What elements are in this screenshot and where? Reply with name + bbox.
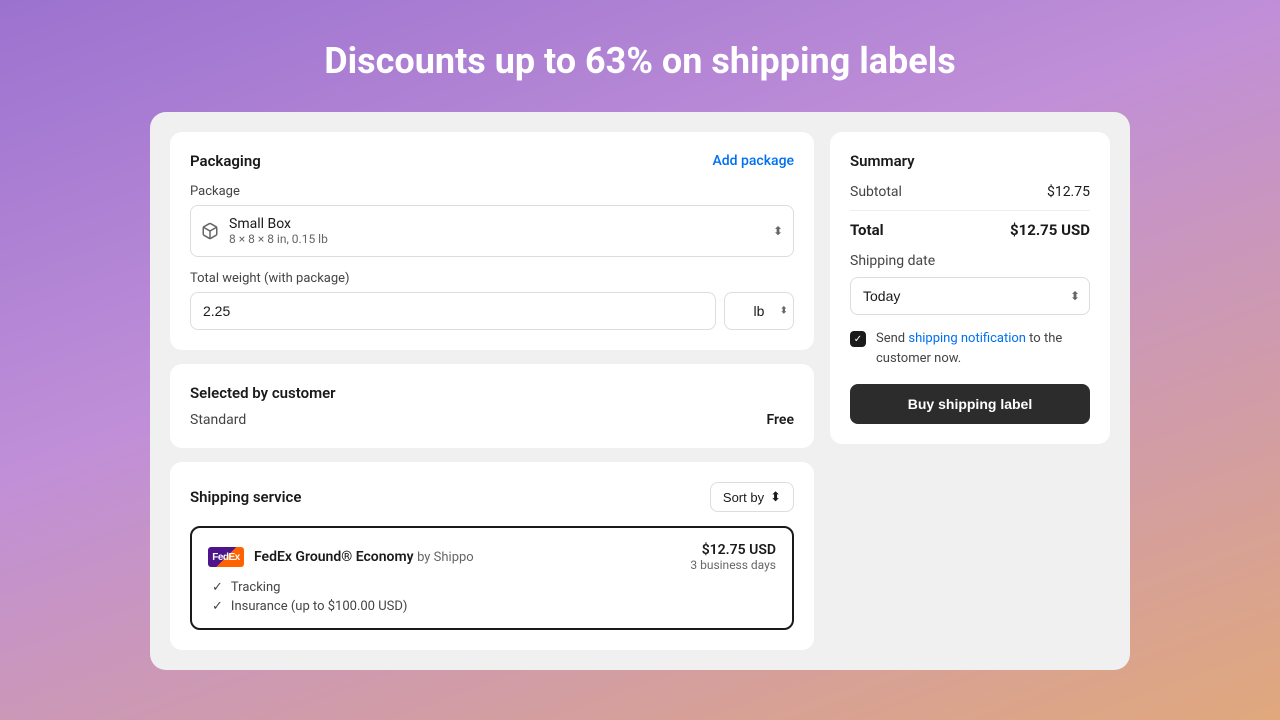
shipping-date-label: Shipping date xyxy=(850,253,1090,269)
main-card: Packaging Add package Package Small Box … xyxy=(150,112,1130,670)
unit-select[interactable]: lb kg oz xyxy=(724,292,794,330)
option-price-col: $12.75 USD 3 business days xyxy=(690,542,776,572)
notification-checkbox[interactable]: ✓ xyxy=(850,331,866,347)
check-icon-2: ✓ xyxy=(212,599,223,614)
sort-chevron-icon: ⬍ xyxy=(770,489,781,505)
summary-title: Summary xyxy=(850,152,1090,170)
insurance-label: Insurance (up to $100.00 USD) xyxy=(231,599,408,614)
subtotal-row: Subtotal $12.75 xyxy=(850,184,1090,200)
shipping-service-section: Shipping service Sort by ⬍ FedEx FedEx G… xyxy=(170,462,814,650)
carrier-by: by Shippo xyxy=(417,550,474,565)
carrier-info: FedEx FedEx Ground® Economy by Shippo xyxy=(208,547,474,567)
right-column: Summary Subtotal $12.75 Total $12.75 USD… xyxy=(830,132,1110,650)
packaging-section: Packaging Add package Package Small Box … xyxy=(170,132,814,350)
buy-shipping-label-button[interactable]: Buy shipping label xyxy=(850,384,1090,424)
package-select-main: Small Box 8 × 8 × 8 in, 0.15 lb xyxy=(229,216,757,246)
checkbox-check-icon: ✓ xyxy=(854,334,862,345)
customer-price: Free xyxy=(767,412,795,428)
date-select[interactable]: Today Tomorrow xyxy=(850,277,1090,315)
feature-tracking: ✓ Tracking xyxy=(212,580,776,595)
subtotal-value: $12.75 xyxy=(1047,184,1090,200)
packaging-title: Packaging xyxy=(190,152,261,170)
package-selector[interactable]: Small Box 8 × 8 × 8 in, 0.15 lb ⬍ xyxy=(190,205,794,257)
weight-input[interactable] xyxy=(190,292,716,330)
shipping-service-title: Shipping service xyxy=(190,488,301,506)
shipping-option-header: FedEx FedEx Ground® Economy by Shippo $1… xyxy=(208,542,776,572)
package-name: Small Box xyxy=(229,216,757,232)
weight-label: Total weight (with package) xyxy=(190,271,794,286)
customer-row: Standard Free xyxy=(190,412,794,428)
box-icon xyxy=(201,222,219,240)
summary-divider xyxy=(850,210,1090,211)
check-icon: ✓ xyxy=(212,580,223,595)
customer-section: Selected by customer Standard Free xyxy=(170,364,814,448)
left-column: Packaging Add package Package Small Box … xyxy=(170,132,814,650)
tracking-label: Tracking xyxy=(231,580,281,595)
subtotal-label: Subtotal xyxy=(850,184,902,200)
package-dims: 8 × 8 × 8 in, 0.15 lb xyxy=(229,232,757,246)
customer-section-title: Selected by customer xyxy=(190,384,794,402)
total-row: Total $12.75 USD xyxy=(850,221,1090,239)
feature-insurance: ✓ Insurance (up to $100.00 USD) xyxy=(212,599,776,614)
package-chevron-icon: ⬍ xyxy=(773,224,783,238)
total-label: Total xyxy=(850,221,884,239)
sort-by-button[interactable]: Sort by ⬍ xyxy=(710,482,794,512)
notification-row: ✓ Send shipping notification to the cust… xyxy=(850,329,1090,368)
sort-by-label: Sort by xyxy=(723,490,764,505)
packaging-header: Packaging Add package xyxy=(190,152,794,170)
customer-method: Standard xyxy=(190,412,246,428)
summary-card: Summary Subtotal $12.75 Total $12.75 USD… xyxy=(830,132,1110,444)
notification-text: Send shipping notification to the custom… xyxy=(876,329,1090,368)
option-price: $12.75 USD xyxy=(690,542,776,558)
option-features: ✓ Tracking ✓ Insurance (up to $100.00 US… xyxy=(212,580,776,614)
package-label: Package xyxy=(190,184,794,199)
fedex-logo: FedEx xyxy=(208,547,244,567)
shipping-option-fedex[interactable]: FedEx FedEx Ground® Economy by Shippo $1… xyxy=(190,526,794,630)
notification-link[interactable]: shipping notification xyxy=(908,331,1026,346)
date-select-wrapper: Today Tomorrow ⬍ xyxy=(850,277,1090,315)
unit-wrapper: lb kg oz ⬍ xyxy=(724,292,794,330)
hero-title: Discounts up to 63% on shipping labels xyxy=(324,40,956,82)
carrier-name: FedEx Ground® Economy by Shippo xyxy=(254,549,474,565)
option-days: 3 business days xyxy=(690,558,776,572)
total-value: $12.75 USD xyxy=(1010,221,1090,239)
add-package-link[interactable]: Add package xyxy=(712,153,794,169)
shipping-header: Shipping service Sort by ⬍ xyxy=(190,482,794,512)
weight-row: lb kg oz ⬍ xyxy=(190,292,794,330)
